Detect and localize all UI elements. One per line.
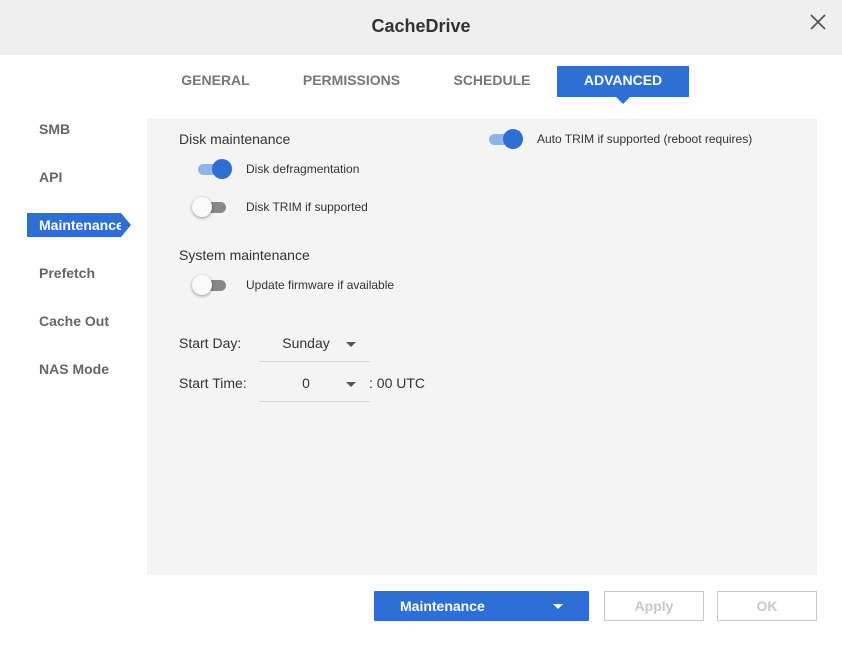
ok-button[interactable]: OK [717, 591, 817, 621]
sidebar-item-cache-out[interactable]: Cache Out [39, 313, 109, 329]
sidebar-item-prefetch[interactable]: Prefetch [39, 265, 95, 281]
tab-permissions[interactable]: PERMISSIONS [288, 66, 415, 97]
start-time-label: Start Time: [179, 375, 247, 391]
close-icon[interactable] [808, 12, 828, 32]
chevron-down-icon [346, 382, 356, 387]
chevron-down-icon [346, 342, 356, 347]
tab-schedule[interactable]: SCHEDULE [428, 66, 556, 97]
firmware-label: Update firmware if available [246, 278, 395, 292]
disk-maintenance-heading: Disk maintenance [179, 131, 291, 147]
title-bar: CacheDrive [0, 0, 842, 55]
disk-trim-label: Disk TRIM if supported [246, 200, 368, 214]
tab-general[interactable]: GENERAL [158, 66, 273, 97]
start-day-label: Start Day: [179, 335, 242, 351]
settings-panel [147, 118, 817, 575]
disk-trim-toggle[interactable] [192, 197, 228, 217]
auto-trim-label: Auto TRIM if supported (reboot requires) [537, 132, 753, 146]
sidebar-item-maintenance[interactable]: Maintenance [27, 213, 131, 237]
defrag-toggle[interactable] [196, 159, 232, 179]
tab-advanced[interactable]: ADVANCED [557, 66, 689, 104]
system-maintenance-heading: System maintenance [179, 247, 310, 263]
firmware-toggle[interactable] [192, 275, 228, 295]
defrag-label: Disk defragmentation [246, 162, 360, 176]
start-day-select[interactable]: Sunday [259, 327, 370, 362]
maintenance-dropdown-button[interactable]: Maintenance [374, 591, 589, 621]
maintenance-button-label: Maintenance [400, 598, 485, 614]
sidebar-item-api[interactable]: API [39, 169, 62, 185]
start-time-select[interactable]: 0 [259, 367, 370, 402]
time-suffix: : 00 UTC [369, 375, 426, 391]
sidebar-item-nas-mode[interactable]: NAS Mode [39, 361, 109, 377]
apply-button[interactable]: Apply [604, 591, 704, 621]
start-time-value: 0 [302, 375, 310, 391]
window-title: CacheDrive [371, 16, 471, 36]
auto-trim-toggle[interactable] [487, 129, 523, 149]
start-day-value: Sunday [282, 335, 330, 351]
chevron-down-icon [553, 604, 563, 609]
sidebar-item-smb[interactable]: SMB [39, 121, 70, 137]
